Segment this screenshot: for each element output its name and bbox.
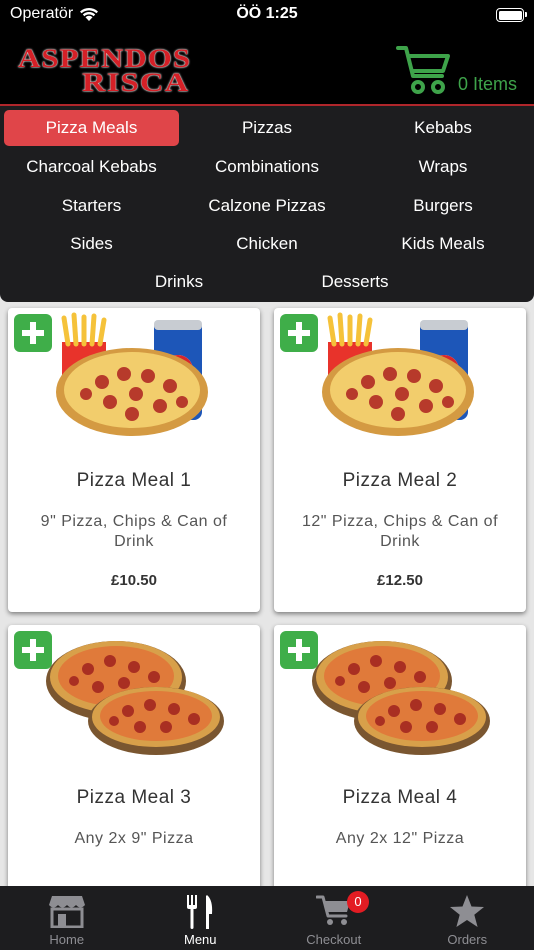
product-description: 9" Pizza, Chips & Can of Drink — [40, 513, 228, 550]
status-bar: Operatör ÖÖ 1:25 — [0, 0, 534, 32]
tab-checkout-label: Checkout — [306, 932, 362, 947]
tab-orders[interactable]: Orders — [401, 886, 534, 950]
category-menu: Pizza Meals Pizzas Kebabs Charcoal Kebab… — [0, 106, 534, 302]
product-card[interactable]: Pizza Meal 4 Any 2x 12" Pizza — [274, 625, 526, 886]
category-pizzas[interactable]: Pizzas — [179, 110, 355, 146]
two-pizzas-image — [312, 641, 490, 755]
pizza-chips-drink-image — [322, 312, 474, 436]
star-icon — [450, 895, 485, 927]
category-wraps[interactable]: Wraps — [355, 149, 531, 185]
category-pizza-meals[interactable]: Pizza Meals — [4, 110, 179, 146]
product-description: Any 2x 12" Pizza — [335, 830, 465, 847]
tab-bar: Home Menu 0 Checkout Orders — [0, 886, 534, 950]
restaurant-logo[interactable]: ASPENDOS RISCA — [14, 44, 266, 98]
category-sides[interactable]: Sides — [4, 226, 179, 262]
product-card[interactable]: Pizza Meal 2 12" Pizza, Chips & Can of D… — [274, 308, 526, 612]
logo-line-2: RISCA — [82, 68, 190, 97]
category-combinations[interactable]: Combinations — [179, 149, 355, 185]
fork-knife-icon — [187, 895, 213, 929]
category-charcoal-kebabs[interactable]: Charcoal Kebabs — [4, 149, 179, 185]
product-name: Pizza Meal 4 — [342, 787, 458, 808]
store-icon — [48, 896, 85, 928]
clock: ÖÖ 1:25 — [236, 5, 298, 22]
product-name: Pizza Meal 2 — [342, 470, 458, 491]
cart-item-count[interactable]: 0 Items — [458, 74, 517, 95]
product-price: £10.50 — [111, 572, 157, 589]
cart-icon[interactable] — [396, 44, 452, 96]
category-burgers[interactable]: Burgers — [355, 188, 531, 224]
tab-home[interactable]: Home — [0, 886, 134, 950]
category-kids-meals[interactable]: Kids Meals — [355, 226, 531, 262]
two-pizzas-image — [46, 641, 224, 755]
product-description: 12" Pizza, Chips & Can of Drink — [301, 513, 499, 550]
product-name: Pizza Meal 3 — [76, 787, 192, 808]
checkout-badge: 0 — [347, 891, 369, 913]
category-desserts[interactable]: Desserts — [267, 264, 443, 300]
product-price: £12.50 — [377, 572, 423, 589]
tab-menu[interactable]: Menu — [134, 886, 268, 950]
tab-orders-label: Orders — [447, 932, 488, 947]
tab-menu-label: Menu — [183, 932, 217, 947]
app-header: ASPENDOS RISCA 0 Items — [0, 32, 534, 106]
category-drinks[interactable]: Drinks — [91, 264, 267, 300]
tab-checkout[interactable]: 0 Checkout — [267, 886, 401, 950]
category-kebabs[interactable]: Kebabs — [355, 110, 531, 146]
pizza-chips-drink-image — [56, 312, 208, 436]
category-calzone-pizzas[interactable]: Calzone Pizzas — [179, 188, 355, 224]
category-starters[interactable]: Starters — [4, 188, 179, 224]
product-description: Any 2x 9" Pizza — [74, 830, 194, 847]
tab-home-label: Home — [49, 932, 85, 947]
battery-icon — [496, 8, 527, 22]
product-card[interactable]: Pizza Meal 1 9" Pizza, Chips & Can of Dr… — [8, 308, 260, 612]
product-card[interactable]: Pizza Meal 3 Any 2x 9" Pizza — [8, 625, 260, 886]
product-name: Pizza Meal 1 — [76, 470, 192, 491]
product-grid: Pizza Meal 1 9" Pizza, Chips & Can of Dr… — [0, 302, 534, 886]
category-chicken[interactable]: Chicken — [179, 226, 355, 262]
